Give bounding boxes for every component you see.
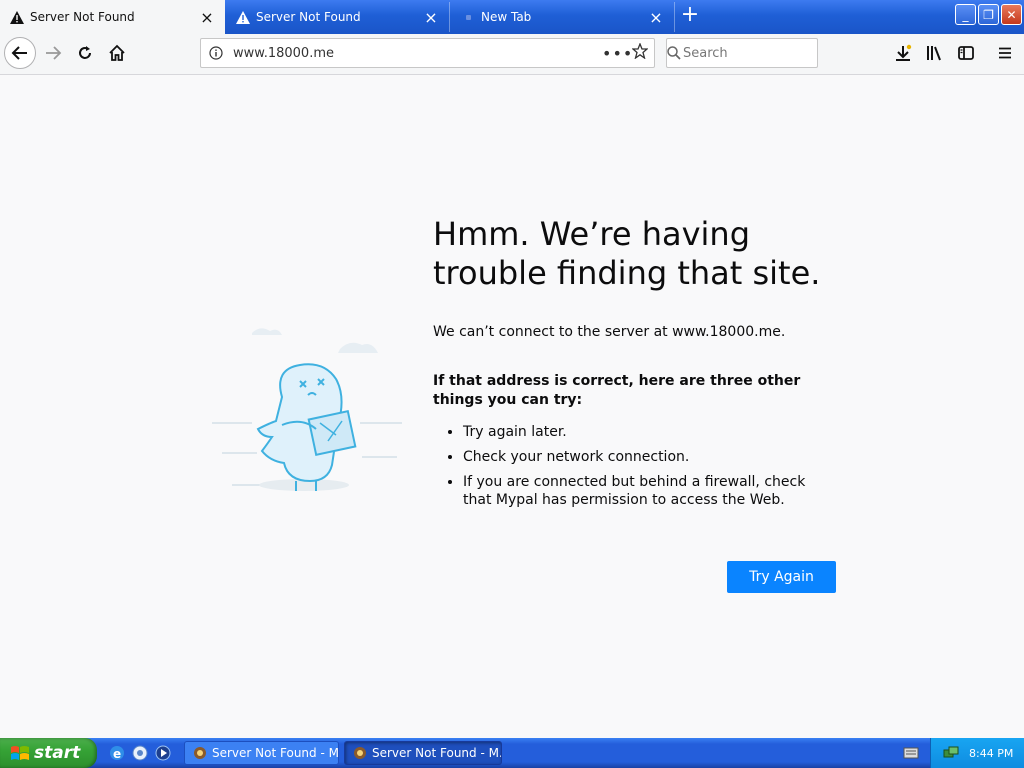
browser-quicklaunch-icon[interactable] (131, 744, 149, 762)
url-input[interactable] (231, 44, 602, 62)
sad-dinosaur-illustration (212, 328, 402, 491)
taskbar-window-label: Server Not Found - M... (212, 746, 339, 760)
hamburger-menu-icon (999, 47, 1011, 59)
tab-strip: Server Not Found × Server Not Found × Ne… (0, 0, 1024, 34)
suggestions-list: Try again later. Check your network conn… (433, 423, 833, 516)
try-again-button[interactable]: Try Again (727, 561, 836, 593)
tab-label: New Tab (481, 10, 532, 24)
minimize-button[interactable]: _ (955, 4, 976, 25)
keyboard-tray-icon[interactable] (902, 744, 920, 762)
nav-toolbar: ••• (0, 34, 1024, 75)
suggestion-item: Try again later. (463, 423, 833, 441)
downloads-button[interactable] (888, 38, 918, 68)
library-icon (927, 46, 941, 61)
back-button[interactable] (4, 37, 36, 69)
tab-server-not-found-2[interactable]: Server Not Found × (226, 2, 450, 32)
clock: 8:44 PM (969, 746, 1014, 760)
suggestions-heading: If that address is correct, here are thr… (433, 373, 801, 408)
sidebar-button[interactable] (951, 38, 981, 68)
close-window-button[interactable]: ✕ (1001, 4, 1022, 25)
forward-button[interactable] (38, 38, 68, 68)
tab-label: Server Not Found (30, 10, 135, 24)
forward-arrow-icon (46, 46, 62, 60)
error-page: Hmm. We’re having trouble finding that s… (0, 75, 1024, 738)
start-button[interactable]: start (0, 738, 97, 768)
search-icon (667, 46, 681, 60)
windows-logo-icon (10, 744, 30, 762)
download-icon (896, 44, 912, 61)
network-tray-icon[interactable] (943, 746, 959, 760)
site-info-icon[interactable] (201, 46, 231, 60)
search-bar[interactable] (666, 38, 855, 68)
tab-close-icon[interactable]: × (646, 8, 666, 27)
error-title: Hmm. We’re having trouble finding that s… (433, 215, 821, 292)
start-label: start (34, 743, 81, 763)
internet-explorer-icon[interactable]: e (108, 744, 126, 762)
bookmark-star-icon[interactable] (626, 42, 654, 63)
svg-text:e: e (113, 747, 121, 761)
reload-button[interactable] (70, 38, 100, 68)
tab-new-tab[interactable]: New Tab × (451, 2, 675, 32)
search-input[interactable] (681, 44, 855, 62)
suggestion-item: If you are connected but behind a firewa… (463, 473, 833, 509)
warning-icon (10, 10, 24, 24)
taskbar-window-button[interactable]: Server Not Found - M... (184, 741, 339, 765)
tab-close-icon[interactable]: × (197, 8, 217, 27)
warning-icon (236, 10, 250, 24)
tab-label: Server Not Found (256, 10, 361, 24)
sidebar-icon (958, 46, 974, 60)
media-player-icon[interactable] (154, 744, 172, 762)
taskbar: start e Server Not Found - M... Server N… (0, 738, 1024, 768)
restore-button[interactable]: ❐ (978, 4, 999, 25)
menu-button[interactable] (990, 38, 1020, 68)
tab-server-not-found-1[interactable]: Server Not Found × (0, 0, 225, 34)
mypal-app-icon (193, 746, 207, 760)
taskbar-window-label: Server Not Found - M... (372, 746, 502, 760)
mypal-app-icon (353, 746, 367, 760)
page-actions-icon[interactable]: ••• (602, 44, 632, 63)
favicon-placeholder-icon (461, 10, 475, 24)
reload-icon (79, 46, 91, 59)
error-description: We can’t connect to the server at www.18… (433, 324, 786, 340)
system-tray: 8:44 PM (930, 738, 1024, 768)
back-arrow-icon (11, 46, 27, 60)
library-button[interactable] (920, 38, 950, 68)
tab-close-icon[interactable]: × (421, 8, 441, 27)
suggestion-item: Check your network connection. (463, 448, 833, 466)
new-tab-button[interactable]: + (678, 4, 702, 28)
taskbar-window-button[interactable]: Server Not Found - M... (344, 741, 502, 765)
home-button[interactable] (102, 38, 132, 68)
address-bar[interactable]: ••• (200, 38, 655, 68)
home-icon (109, 44, 125, 61)
